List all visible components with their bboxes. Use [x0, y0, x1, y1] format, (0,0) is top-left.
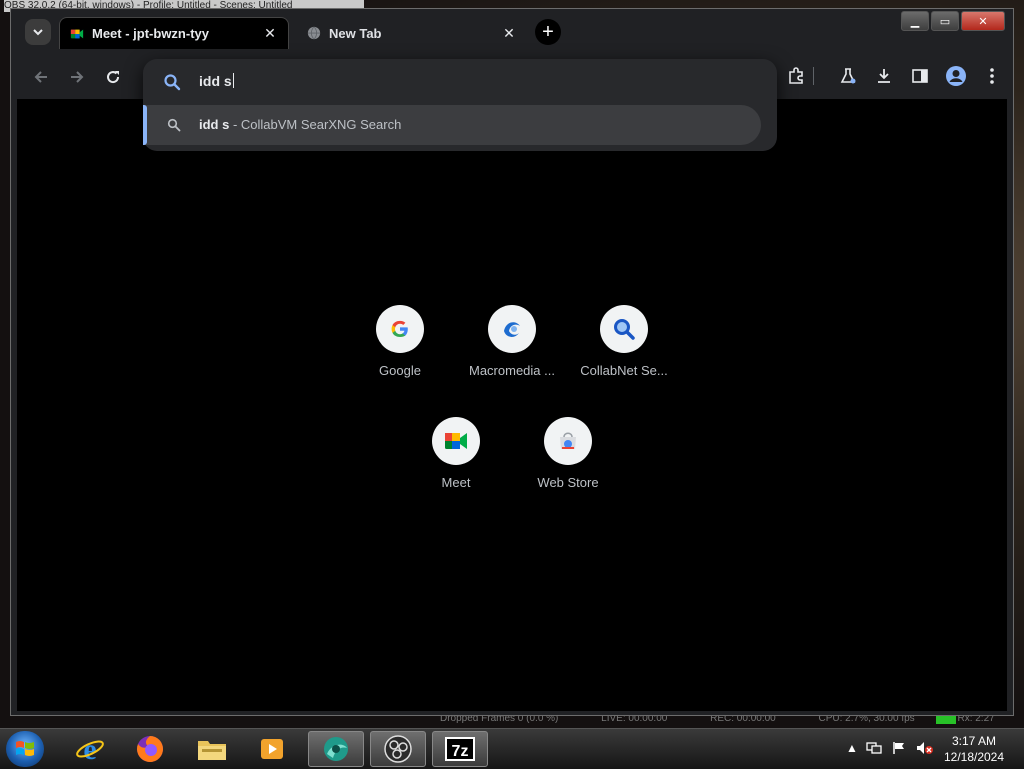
internet-explorer-icon: e — [76, 734, 104, 764]
obs-icon — [384, 735, 412, 763]
seven-zip-icon: 7z — [445, 737, 475, 761]
chevron-down-icon — [33, 29, 43, 36]
taskbar-media-player[interactable] — [244, 731, 300, 767]
side-panel-button[interactable] — [907, 63, 933, 89]
taskbar-7zip[interactable]: 7z — [432, 731, 488, 767]
selection-indicator — [143, 105, 147, 145]
back-arrow-icon — [34, 71, 47, 83]
macromedia-icon — [488, 305, 536, 353]
forward-button[interactable] — [65, 65, 89, 89]
show-hidden-icons-button[interactable]: ▲ — [846, 741, 858, 755]
globe-icon — [307, 26, 321, 40]
search-icon — [167, 118, 181, 132]
taskbar: e 7z ▲ 3:17 AM 12/18/2024 — [0, 728, 1024, 769]
omnibox-dropdown: idd s idd s - CollabVM SearXNG Search — [143, 59, 777, 151]
search-icon — [164, 74, 181, 91]
web-store-icon — [544, 417, 592, 465]
labs-button[interactable] — [835, 63, 861, 89]
clock-time: 3:17 AM — [951, 734, 997, 748]
shortcut-label: Meet — [441, 475, 471, 490]
taskbar-chrome[interactable] — [308, 731, 364, 767]
avatar-icon — [946, 66, 966, 86]
suggestion-query: idd s — [199, 117, 230, 132]
suggestion-text: idd s - CollabVM SearXNG Search — [199, 117, 401, 132]
firefox-icon — [137, 736, 163, 762]
suggestion-separator: - — [229, 117, 241, 132]
google-icon — [376, 305, 424, 353]
shortcut-collabnet[interactable]: CollabNet Se... — [568, 305, 680, 378]
shortcut-label: Google — [379, 363, 421, 378]
extensions-button[interactable] — [783, 63, 809, 89]
shortcut-label: CollabNet Se... — [580, 363, 668, 378]
media-player-icon — [261, 739, 283, 759]
menu-button[interactable] — [979, 63, 1005, 89]
tab-new-tab[interactable]: New Tab ✕ — [297, 17, 527, 49]
browser-window: Meet - jpt-bwzn-tyy ✕ New Tab ✕ + ▁ ▭ ✕ — [10, 8, 1014, 716]
window-controls: ▁ ▭ ✕ — [899, 11, 1005, 31]
tab-title: New Tab — [329, 25, 382, 41]
chrome-dev-icon — [324, 737, 348, 761]
text-caret — [232, 73, 234, 88]
back-button[interactable] — [29, 65, 53, 89]
download-icon — [878, 69, 890, 83]
downloads-button[interactable] — [871, 63, 897, 89]
plus-icon: + — [542, 21, 554, 43]
minimize-button[interactable]: ▁ — [901, 11, 929, 31]
search-icon — [600, 305, 648, 353]
tab-title: Meet - jpt-bwzn-tyy — [92, 26, 209, 41]
shortcut-google[interactable]: Google — [344, 305, 456, 378]
close-icon[interactable]: ✕ — [501, 25, 517, 41]
taskbar-firefox[interactable] — [122, 731, 178, 767]
address-bar[interactable]: idd s — [143, 59, 777, 105]
folder-icon — [198, 741, 226, 760]
taskbar-obs[interactable] — [370, 731, 426, 767]
puzzle-icon — [789, 67, 803, 84]
forward-arrow-icon — [71, 71, 84, 83]
flask-icon — [840, 68, 856, 84]
windows-logo-icon — [16, 741, 34, 756]
shortcut-web-store[interactable]: Web Store — [512, 417, 624, 490]
action-center-flag-icon[interactable] — [892, 741, 906, 758]
meet-icon — [432, 417, 480, 465]
toolbar-divider — [813, 67, 814, 85]
meet-icon — [70, 29, 84, 38]
suggestion-row[interactable]: idd s - CollabVM SearXNG Search — [143, 105, 761, 145]
tab-search-button[interactable] — [25, 19, 51, 45]
shortcut-label: Web Store — [537, 475, 599, 490]
svg-text:e: e — [83, 734, 96, 764]
svg-text:7z: 7z — [452, 743, 469, 760]
shortcut-label: Macromedia ... — [469, 363, 555, 378]
tab-strip: Meet - jpt-bwzn-tyy ✕ New Tab ✕ + ▁ ▭ ✕ — [11, 9, 1013, 49]
profile-button[interactable] — [943, 63, 969, 89]
tab-meet[interactable]: Meet - jpt-bwzn-tyy ✕ — [59, 17, 289, 49]
reload-button[interactable] — [101, 65, 125, 89]
side-panel-icon — [912, 69, 928, 83]
shortcut-meet[interactable]: Meet — [400, 417, 512, 490]
reload-icon — [107, 71, 120, 84]
close-window-button[interactable]: ✕ — [961, 11, 1005, 31]
start-button[interactable] — [6, 731, 44, 767]
more-vert-icon — [990, 68, 994, 84]
new-tab-button[interactable]: + — [535, 19, 561, 45]
suggestion-description: CollabVM SearXNG Search — [240, 117, 402, 132]
system-clock[interactable]: 3:17 AM 12/18/2024 — [936, 733, 1012, 765]
taskbar-explorer[interactable] — [184, 731, 240, 767]
network-icon[interactable] — [866, 741, 882, 758]
taskbar-ie[interactable]: e — [62, 731, 118, 767]
shortcut-macromedia[interactable]: Macromedia ... — [456, 305, 568, 378]
volume-muted-icon[interactable] — [916, 741, 934, 758]
close-icon[interactable]: ✕ — [262, 25, 278, 42]
clock-date: 12/18/2024 — [943, 750, 1005, 764]
address-input[interactable]: idd s — [199, 73, 234, 89]
maximize-button[interactable]: ▭ — [931, 11, 959, 31]
new-tab-page: Google Macromedia ... CollabNet Se... Me… — [17, 99, 1007, 711]
address-input-value: idd s — [199, 73, 232, 89]
